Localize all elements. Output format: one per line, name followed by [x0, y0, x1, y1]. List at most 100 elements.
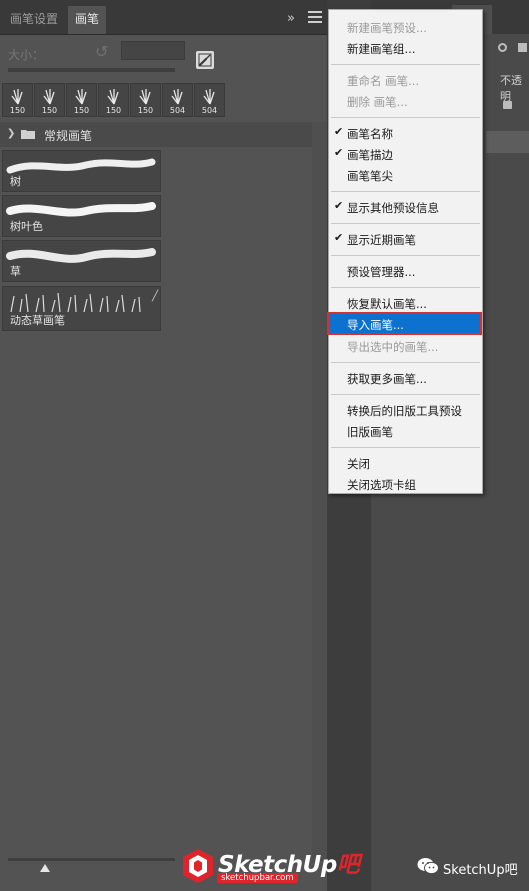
brush-stroke-preview [6, 248, 156, 263]
menu-item-brush-name[interactable]: ✔ 画笔名称 [329, 123, 482, 144]
menu-item-delete-brush[interactable]: 删除 画笔... [329, 91, 482, 112]
square-icon[interactable] [518, 43, 527, 52]
menu-separator [331, 117, 480, 118]
grass-brush-icon [171, 89, 183, 105]
recent-brush-size: 150 [105, 106, 122, 115]
menu-item-legacy-brushes[interactable]: 旧版画笔 [329, 421, 482, 442]
size-label: 大小： [8, 48, 45, 62]
menu-line-icon [308, 16, 322, 18]
brush-item[interactable]: 树叶色 [2, 195, 161, 237]
grass-stroke-preview [10, 292, 141, 313]
menu-item-converted-legacy-presets[interactable]: 转换后的旧版工具预设 [329, 400, 482, 421]
recent-brush-item[interactable]: 150 [66, 83, 97, 117]
recent-brush-item[interactable]: 150 [2, 83, 33, 117]
menu-item-brush-tip[interactable]: 画笔笔尖 [329, 165, 482, 186]
brush-active-icon: ╱ [152, 291, 159, 302]
brush-group-row[interactable]: ❯ 常规画笔 [0, 122, 312, 147]
tab-brush-settings[interactable]: 画笔设置 [3, 6, 65, 34]
menu-separator [331, 287, 480, 288]
menu-item-export-selected-brushes[interactable]: 导出选中的画笔... [329, 336, 482, 357]
recent-brush-size: 504 [169, 106, 186, 115]
brush-item-selected[interactable]: ╱ 动态草画笔 [2, 286, 161, 331]
menu-item-close-tab-group[interactable]: 关闭选项卡组 [329, 474, 482, 495]
menu-item-show-preset-info[interactable]: ✔ 显示其他预设信息 [329, 197, 482, 218]
brush-item[interactable]: 树 [2, 150, 161, 192]
checkmark-icon: ✔ [334, 125, 344, 138]
logo-wordmark-char: 吧 [336, 852, 360, 878]
menu-item-new-brush-preset[interactable]: 新建画笔预设... [329, 17, 482, 38]
chevron-right-icon[interactable]: ❯ [7, 128, 15, 139]
create-brush-icon [198, 53, 212, 67]
menu-item-close[interactable]: 关闭 [329, 453, 482, 474]
brush-panel: 画笔设置 画笔 » 大小： ↺ 150 150 150 150 150 504 … [0, 0, 327, 891]
recent-brush-item[interactable]: 504 [194, 83, 225, 117]
brush-group-label: 常规画笔 [44, 129, 93, 143]
tab-brushes[interactable]: 画笔 [68, 6, 107, 34]
size-input[interactable] [121, 41, 185, 60]
grass-brush-icon [203, 89, 215, 105]
brush-name: 动态草画笔 [10, 314, 65, 327]
lock-icon[interactable] [503, 101, 512, 109]
menu-line-icon [308, 11, 322, 13]
recent-brush-size: 150 [73, 106, 90, 115]
panel-scrollbar[interactable] [312, 122, 327, 862]
panel-menu-button[interactable] [308, 8, 322, 24]
grass-brush-icon [43, 89, 55, 105]
checkmark-icon: ✔ [334, 231, 344, 244]
checkmark-icon: ✔ [334, 199, 344, 212]
recent-brush-size: 150 [41, 106, 58, 115]
size-slider[interactable] [8, 68, 175, 72]
panel-tab-bar: 画笔设置 画笔 » [0, 0, 327, 35]
wechat-account-name: SketchUp吧 [443, 863, 518, 878]
menu-item-preset-manager[interactable]: 预设管理器... [329, 261, 482, 282]
menu-separator [331, 191, 480, 192]
menu-item-get-more-brushes[interactable]: 获取更多画笔... [329, 368, 482, 389]
folder-icon [21, 130, 35, 139]
menu-separator [331, 362, 480, 363]
brush-name: 树 [10, 175, 21, 188]
recent-brush-size: 150 [9, 106, 26, 115]
layer-row[interactable] [486, 131, 529, 153]
recent-brush-size: 150 [137, 106, 154, 115]
logo-cube-icon [183, 849, 213, 883]
recent-brush-item[interactable]: 150 [130, 83, 161, 117]
menu-item-rename-brush[interactable]: 重命名 画笔... [329, 70, 482, 91]
menu-item-show-recent-brushes[interactable]: ✔ 显示近期画笔 [329, 229, 482, 250]
menu-line-icon [308, 21, 322, 23]
brush-name: 树叶色 [10, 220, 43, 233]
create-brush-button[interactable] [196, 51, 214, 69]
slider-knob[interactable] [40, 864, 50, 872]
menu-separator [331, 64, 480, 65]
circle-icon[interactable] [498, 43, 507, 52]
menu-separator [331, 223, 480, 224]
callout-highlight-box [327, 312, 482, 335]
menu-item-new-brush-group[interactable]: 新建画笔组... [329, 38, 482, 59]
reset-icon[interactable]: ↺ [95, 42, 108, 61]
recent-brush-item[interactable]: 150 [98, 83, 129, 117]
opacity-label: 不透明 [500, 74, 522, 103]
brush-stroke-preview [6, 158, 156, 174]
collapse-panel-button[interactable]: » [287, 11, 295, 26]
menu-item-restore-default-brushes[interactable]: 恢复默认画笔... [329, 293, 482, 314]
brush-name: 草 [10, 265, 21, 278]
menu-separator [331, 447, 480, 448]
wechat-icon [417, 858, 439, 875]
grass-brush-icon [75, 89, 87, 105]
thumbnail-size-slider[interactable] [8, 858, 175, 861]
menu-item-brush-stroke[interactable]: ✔ 画笔描边 [329, 144, 482, 165]
grass-brush-icon [139, 89, 151, 105]
panel-flyout-menu: 新建画笔预设... 新建画笔组... 重命名 画笔... 删除 画笔... ✔ … [327, 9, 483, 495]
menu-item-import-brushes[interactable]: 导入画笔... [327, 312, 482, 335]
brush-item[interactable]: 草 [2, 240, 161, 282]
grass-brush-icon [107, 89, 119, 105]
checkmark-icon: ✔ [334, 146, 344, 159]
menu-separator [331, 255, 480, 256]
sketchup-logo: SketchUp吧 sketchupbar.com [181, 841, 360, 889]
size-row: 大小： ↺ [0, 38, 327, 72]
menu-separator [331, 394, 480, 395]
recent-brush-item[interactable]: 150 [34, 83, 65, 117]
recent-brushes: 150 150 150 150 150 504 504 [0, 83, 230, 117]
recent-brush-size: 504 [201, 106, 218, 115]
grass-brush-icon [11, 89, 23, 105]
recent-brush-item[interactable]: 504 [162, 83, 193, 117]
